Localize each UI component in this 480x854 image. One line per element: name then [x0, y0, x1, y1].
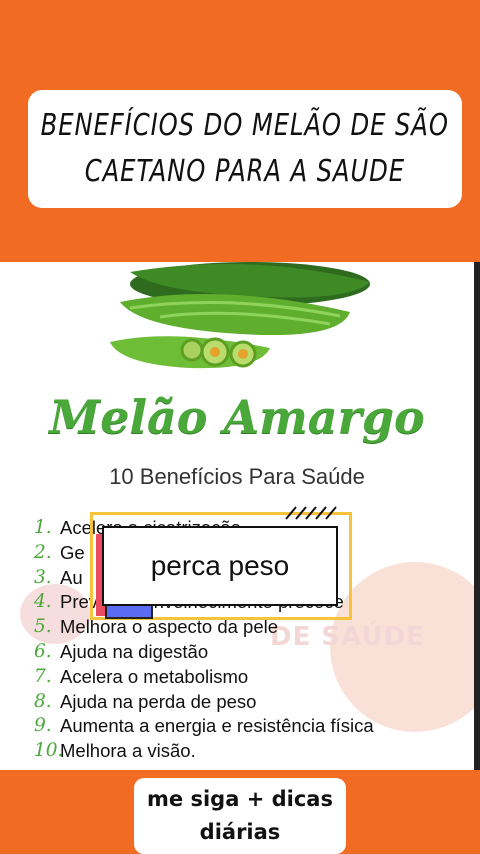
list-number: 8. — [34, 690, 52, 712]
sticker-caption-box: perca peso — [102, 526, 338, 606]
header-title-line-2: CAETANO PARA A SAUDE — [84, 154, 406, 189]
infographic-subtitle: 10 Benefícios Para Saúde — [109, 464, 365, 489]
list-item: 8. Ajuda na perda de peso — [34, 690, 374, 715]
caption-sticker[interactable]: perca peso — [90, 506, 352, 620]
list-number: 5. — [34, 616, 52, 638]
bitter-melon-illustration — [110, 262, 370, 369]
list-item: 9. Aumenta a energia e resistência física — [34, 714, 374, 739]
list-text: Ajuda na perda de peso — [60, 690, 257, 712]
list-text: Melhora a visão. — [60, 740, 196, 762]
infographic-title: Melão Amargo — [49, 390, 425, 444]
list-text: Aumenta a energia e resistência física — [60, 715, 374, 737]
list-item: 10. Melhora a visão. — [34, 739, 374, 764]
image-edge — [474, 262, 480, 770]
list-number: 10. — [34, 740, 64, 762]
list-item: 6. Ajuda na digestão — [34, 640, 374, 665]
list-number: 2. — [34, 541, 52, 563]
list-item: 7. Acelera o metabolismo — [34, 665, 374, 690]
list-number: 4. — [34, 591, 52, 613]
list-text: Au — [60, 566, 83, 588]
sticker-caption: perca peso — [150, 550, 290, 581]
cta-line-2: diárias — [199, 820, 281, 844]
list-text: Acelera o metabolismo — [60, 665, 249, 687]
header-title-line-1: BENEFÍCIOS DO MELÃO DE SÃO — [40, 108, 450, 143]
list-number: 3. — [34, 566, 52, 588]
hatch-lines-icon — [285, 506, 337, 520]
list-text: Ajuda na digestão — [60, 640, 209, 662]
header-banner: BENEFÍCIOS DO MELÃO DE SÃO CAETANO PARA … — [28, 90, 462, 208]
follow-cta[interactable]: me siga + dicas diárias — [134, 778, 346, 854]
sticker-accent-blue — [105, 604, 153, 619]
list-number: 1. — [34, 517, 52, 538]
list-number: 6. — [34, 640, 52, 662]
cta-line-1: me siga + dicas — [147, 787, 333, 811]
list-number: 7. — [34, 665, 52, 687]
list-text: Ge — [60, 541, 85, 563]
list-number: 9. — [34, 715, 52, 737]
